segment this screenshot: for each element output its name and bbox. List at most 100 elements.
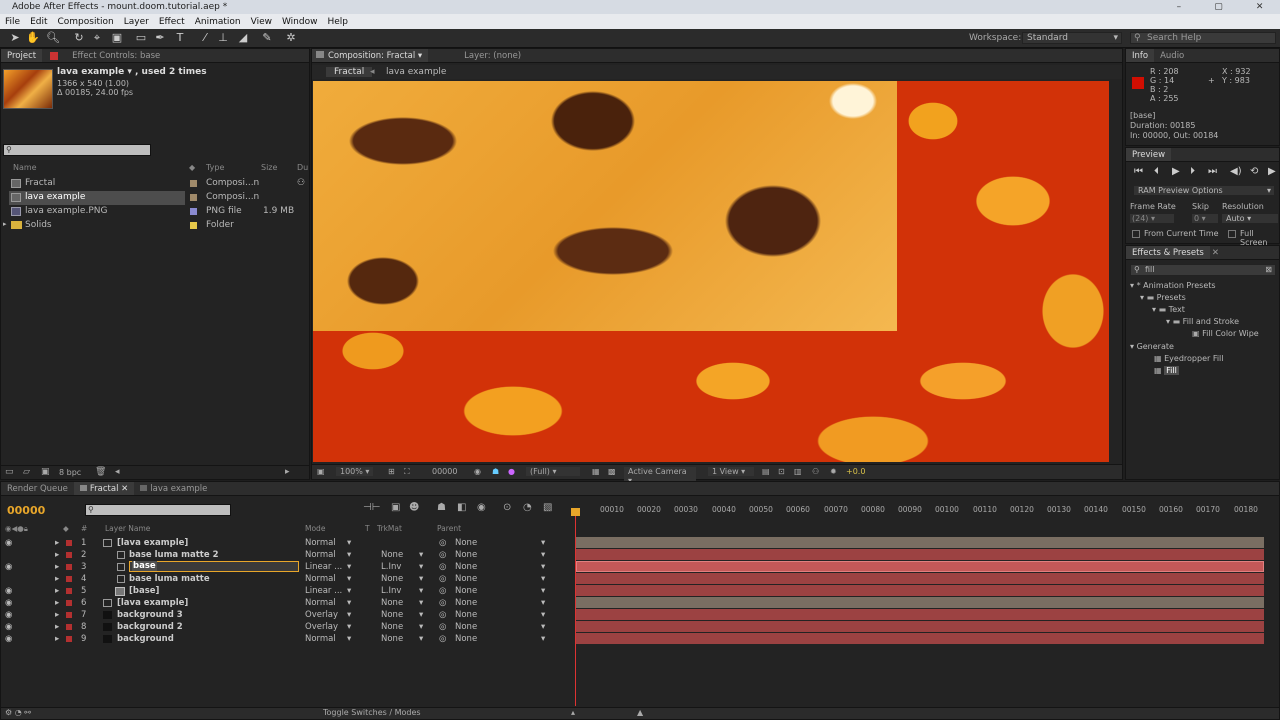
layer-name[interactable]: [base] [129, 585, 159, 597]
menu-animation[interactable]: Animation [190, 17, 246, 27]
pickwhip-icon[interactable]: ◎ [439, 585, 446, 597]
live-update-icon[interactable]: ◔ [523, 502, 532, 513]
region-of-interest-icon[interactable]: ⛶ [404, 467, 410, 477]
fit-icon[interactable]: ⊡ [778, 467, 785, 476]
col-trkmat[interactable]: TrkMat [377, 524, 402, 533]
rectangle-tool-icon[interactable]: ▭ [134, 31, 148, 45]
pickwhip-icon[interactable]: ◎ [439, 537, 446, 549]
expand-arrow-icon[interactable]: ▸ [55, 597, 59, 609]
layer-name-rename-input[interactable]: base [129, 561, 299, 572]
layer-row[interactable]: ◉ ▸ 1 [lava example] Normal ▾ ◎ None ▾ [1, 537, 573, 549]
next-frame-icon[interactable]: ⏵ [1190, 166, 1195, 177]
layer-name[interactable]: [lava example] [117, 537, 188, 549]
new-composition-icon[interactable]: ▣ [41, 467, 50, 477]
eraser-tool-icon[interactable]: ◢ [236, 31, 250, 45]
audio-icon[interactable]: ◀) [1230, 166, 1242, 177]
zoom-tool-icon[interactable]: 🔍︎ [46, 31, 60, 45]
comp-timecode[interactable]: 00000 [432, 467, 457, 476]
tab-audio[interactable]: Audio [1154, 49, 1190, 62]
tab-info[interactable]: Info [1126, 49, 1155, 62]
visibility-eye-icon[interactable]: ◉ [5, 621, 12, 633]
project-search-input[interactable]: ⚲ [3, 144, 151, 156]
expand-arrow-icon[interactable]: ▸ [55, 621, 59, 633]
menu-view[interactable]: View [246, 17, 277, 27]
col-t[interactable]: T [365, 524, 370, 533]
view-layout-select[interactable]: 1 View ▾ [708, 467, 754, 476]
puppet-tool-icon[interactable]: ✲ [284, 31, 298, 45]
skip-select[interactable]: 0 ▾ [1192, 214, 1218, 223]
timeline-icon[interactable]: ▥ [794, 467, 802, 476]
shy-icon[interactable]: ☻ [409, 502, 419, 513]
visibility-eye-icon[interactable]: ◉ [5, 597, 12, 609]
scroll-right-icon[interactable]: ▸ [285, 467, 290, 477]
layer-duration-bar[interactable] [576, 633, 1264, 644]
full-screen-checkbox[interactable] [1228, 230, 1236, 238]
menu-file[interactable]: File [0, 17, 25, 27]
expand-arrow-icon[interactable]: ▸ [55, 573, 59, 585]
frame-blending-icon[interactable]: ☗ [437, 502, 446, 513]
last-frame-icon[interactable]: ⏭ [1208, 166, 1217, 177]
comp-mini-flowchart-icon[interactable]: ⊣⊢ [363, 502, 380, 513]
composition-viewer[interactable] [313, 81, 1109, 462]
resolution-select[interactable]: Auto ▾ [1222, 214, 1278, 223]
col-dur[interactable]: Du [297, 163, 308, 172]
layer-duration-bar[interactable] [576, 585, 1264, 596]
resolution-select[interactable]: (Full) ▾ [526, 467, 580, 476]
pickwhip-icon[interactable]: ◎ [439, 573, 446, 585]
time-ruler[interactable]: 00010 00020 00030 00040 00050 00060 0007… [576, 505, 1266, 519]
selection-tool-icon[interactable]: ➤ [8, 31, 22, 45]
frame-rate-select[interactable]: (24) ▾ [1130, 214, 1174, 223]
layer-name[interactable]: base luma matte 2 [129, 549, 218, 561]
ram-preview-select[interactable]: RAM Preview Options ▾ [1134, 186, 1274, 195]
project-item[interactable]: ▸ Solids Folder [1, 219, 309, 233]
clone-stamp-tool-icon[interactable]: ⊥ [216, 31, 230, 45]
close-icon[interactable]: ✕ [1256, 0, 1264, 14]
draft-3d-icon[interactable]: ▣ [391, 502, 400, 513]
pen-tool-icon[interactable]: ✒ [153, 31, 167, 45]
pickwhip-icon[interactable]: ◎ [439, 561, 446, 573]
tab-lava-example[interactable]: lava example [134, 482, 213, 495]
effects-search-input[interactable]: ⚲ fill ⊠ [1130, 264, 1276, 276]
first-frame-icon[interactable]: ⏮ [1134, 166, 1143, 177]
layer-duration-bar[interactable] [576, 573, 1264, 584]
brainstorm-icon[interactable]: ◉ [477, 502, 486, 513]
expand-arrow-icon[interactable]: ▸ [55, 633, 59, 645]
expand-arrow-icon[interactable]: ▸ [55, 561, 59, 573]
tab-render-queue[interactable]: Render Queue [1, 482, 74, 495]
close-icon[interactable]: ✕ [1212, 248, 1219, 258]
tree-item[interactable]: ▦ Fill [1126, 365, 1279, 377]
playhead-handle[interactable] [571, 508, 580, 516]
exposure-value[interactable]: +0.0 [846, 467, 865, 476]
tab-project[interactable]: Project [1, 49, 43, 62]
scroll-left-icon[interactable]: ◂ [115, 467, 120, 477]
trash-icon[interactable]: 🗑︎ [95, 467, 106, 477]
col-layer-name[interactable]: Layer Name [105, 524, 150, 533]
layer-row[interactable]: ◉ ▸ 7 background 3 Overlay ▾ None ▾ ◎ None ▾ [1, 609, 573, 621]
layer-row[interactable]: ▸ 2 base luma matte 2 Normal ▾ None ▾ ◎ No… [1, 549, 573, 561]
layer-row[interactable]: ◉ ▸ 9 background Normal ▾ None ▾ ◎ None ▾ [1, 633, 573, 645]
workspace-select[interactable]: Standard ▾ [1022, 32, 1122, 44]
current-timecode[interactable]: 00000 [7, 504, 45, 517]
clear-search-icon[interactable]: ⊠ [1265, 265, 1272, 275]
col-type[interactable]: Type [206, 163, 224, 172]
search-help-input[interactable]: ⚲ Search Help [1130, 32, 1276, 44]
expand-arrow-icon[interactable]: ▸ [55, 609, 59, 621]
pan-behind-tool-icon[interactable]: ▣ [110, 31, 124, 45]
layer-duration-bar[interactable] [576, 537, 1264, 548]
pickwhip-icon[interactable]: ◎ [439, 633, 446, 645]
project-item[interactable]: Fractal Composi...n ⚇ [1, 177, 309, 191]
breadcrumb-fractal[interactable]: Fractal [326, 67, 373, 77]
minimize-icon[interactable]: – [1177, 0, 1182, 14]
layer-duration-bar[interactable] [576, 561, 1264, 572]
rotate-tool-icon[interactable]: ↻ [72, 31, 86, 45]
exposure-icon[interactable]: ✹ [830, 467, 837, 476]
expand-arrow-icon[interactable]: ▸ [3, 220, 7, 228]
layer-row[interactable]: ◉ ▸ 8 background 2 Overlay ▾ None ▾ ◎ None ▾ [1, 621, 573, 633]
project-item[interactable]: lava example.PNG PNG file 1.9 MB [1, 205, 309, 219]
tab-fractal[interactable]: Fractal ✕ [73, 482, 135, 495]
hand-tool-icon[interactable]: ✋ [26, 31, 40, 45]
layer-row[interactable]: ◉ ▸ 5 [base] Linear ... ▾ L.Inv ▾ ◎ None ▾ [1, 585, 573, 597]
layer-name[interactable]: base luma matte [129, 573, 210, 585]
tab-effects-presets[interactable]: Effects & Presets [1126, 246, 1210, 259]
new-folder-icon[interactable]: ▱ [23, 467, 30, 477]
